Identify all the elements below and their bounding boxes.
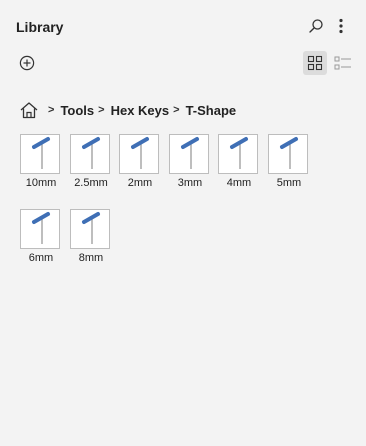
t-hex-key-icon <box>82 212 100 244</box>
search-icon <box>309 19 323 33</box>
list-view-button[interactable] <box>331 51 355 75</box>
item-thumbnail <box>20 209 60 249</box>
panel-toolbar <box>0 50 366 78</box>
library-item[interactable]: 2.5mm <box>70 134 112 189</box>
add-circle-icon <box>19 55 35 71</box>
item-label: 5mm <box>276 177 302 189</box>
library-item[interactable]: 2mm <box>119 134 161 189</box>
search-button[interactable] <box>305 15 327 37</box>
item-thumbnail <box>70 209 110 249</box>
item-label: 10mm <box>25 177 57 189</box>
item-thumbnail <box>169 134 209 174</box>
breadcrumb-separator: > <box>48 104 55 116</box>
more-options-button[interactable] <box>330 15 352 37</box>
item-thumbnail <box>119 134 159 174</box>
breadcrumb-item-tools[interactable]: Tools <box>60 103 94 118</box>
list-view-icon <box>334 56 351 70</box>
t-hex-key-icon <box>32 212 50 244</box>
library-item[interactable]: 6mm <box>20 209 62 264</box>
library-item[interactable]: 4mm <box>218 134 260 189</box>
panel-header: Library <box>0 0 366 52</box>
breadcrumb-item-t-shape[interactable]: T-Shape <box>186 103 237 118</box>
t-hex-key-icon <box>32 137 50 169</box>
t-hex-key-icon <box>230 137 248 169</box>
panel-title: Library <box>16 19 64 35</box>
library-item[interactable]: 8mm <box>70 209 112 264</box>
item-thumbnail <box>218 134 258 174</box>
item-label: 2mm <box>127 177 153 189</box>
item-label: 3mm <box>177 177 203 189</box>
more-vertical-icon <box>339 18 343 34</box>
library-item[interactable]: 10mm <box>20 134 62 189</box>
library-panel: Library > Tools > Hex Keys > T-Shape 10m… <box>0 0 366 446</box>
item-label: 8mm <box>78 252 104 264</box>
item-label: 2.5mm <box>74 177 108 189</box>
grid-view-icon <box>307 55 323 71</box>
breadcrumb-separator: > <box>98 104 105 116</box>
item-label: 6mm <box>28 252 54 264</box>
breadcrumb-separator: > <box>173 104 180 116</box>
t-hex-key-icon <box>131 137 149 169</box>
breadcrumb: > Tools > Hex Keys > T-Shape <box>18 99 236 121</box>
breadcrumb-item-hex-keys[interactable]: Hex Keys <box>111 103 170 118</box>
item-thumbnail <box>70 134 110 174</box>
item-thumbnail <box>20 134 60 174</box>
grid-view-button[interactable] <box>303 51 327 75</box>
t-hex-key-icon <box>82 137 100 169</box>
library-item[interactable]: 5mm <box>268 134 310 189</box>
home-icon[interactable] <box>18 99 40 121</box>
item-label: 4mm <box>226 177 252 189</box>
library-item[interactable]: 3mm <box>169 134 211 189</box>
add-button[interactable] <box>16 52 38 74</box>
item-thumbnail <box>268 134 308 174</box>
t-hex-key-icon <box>280 137 298 169</box>
t-hex-key-icon <box>181 137 199 169</box>
